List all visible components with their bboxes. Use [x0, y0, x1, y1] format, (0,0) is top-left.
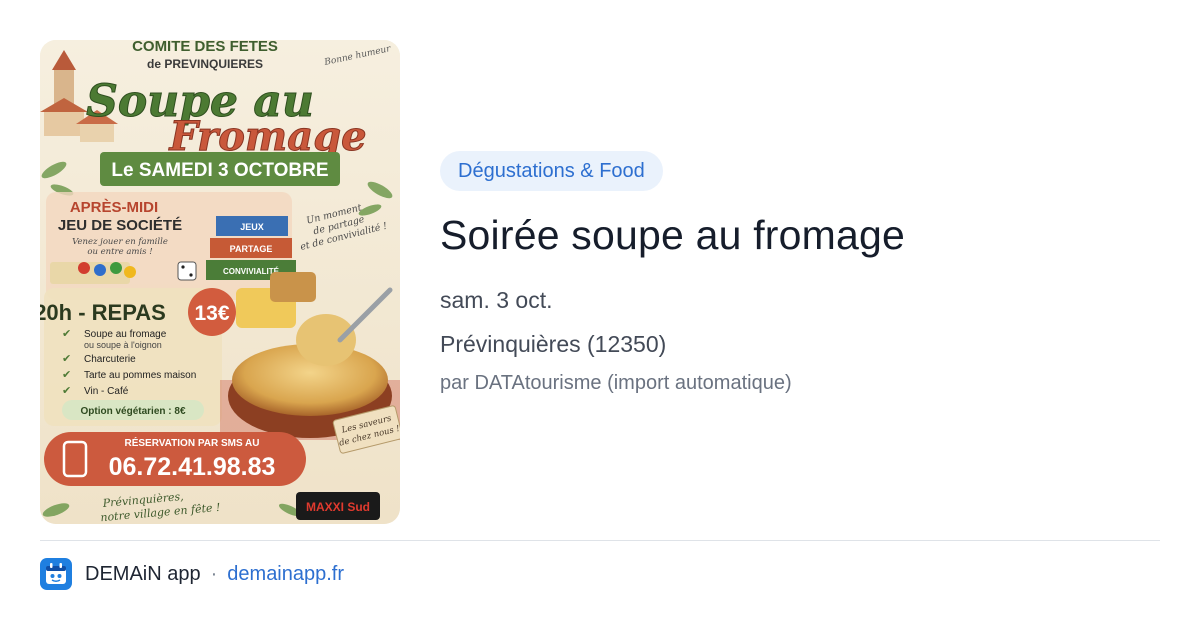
poster-organizer-line2: de PREVINQUIERES	[147, 57, 263, 71]
event-title[interactable]: Soirée soupe au fromage	[440, 209, 1160, 261]
poster-menu-item-4: Tarte au pommes maison	[84, 370, 196, 381]
poster-menu-item-3: Charcuterie	[84, 354, 136, 365]
footer-separator: ·	[210, 562, 218, 585]
poster-reservation-banner: RÉSERVATION PAR SMS AU 06.72.41.98.83	[44, 432, 306, 486]
poster-menu-item-5: Vin - Café	[84, 386, 129, 397]
poster-reservation-label: RÉSERVATION PAR SMS AU	[124, 436, 259, 449]
poster-phone-number: 06.72.41.98.83	[109, 453, 276, 481]
poster-menu-item-1: Soupe au fromage	[84, 329, 167, 340]
event-location: Prévinquières (12350)	[440, 331, 667, 357]
poster-price: 13€	[194, 302, 229, 325]
poster-afternoon-sub1: Venez jouer en famille	[72, 237, 168, 247]
check-icon: ✔	[62, 384, 71, 397]
poster-meal-panel: 20h - REPAS 13€ Soupe au fromage ou soup…	[40, 288, 236, 426]
event-poster-image: COMITÉ DES FÊTES de PREVINQUIERES Bonne …	[40, 40, 400, 524]
footer: DEMAiN app · demainapp.fr	[40, 558, 344, 590]
event-date: sam. 3 oct.	[440, 287, 553, 313]
poster-box-label-2: PARTAGE	[230, 244, 273, 254]
check-icon: ✔	[62, 352, 71, 365]
app-domain-link[interactable]: demainapp.fr	[227, 563, 344, 586]
poster-veg-option: Option végétarien : 8€	[80, 406, 185, 417]
check-icon: ✔	[62, 368, 71, 381]
event-source: par DATAtourisme (import automatique)	[440, 372, 792, 394]
poster-meal-title: 20h - REPAS	[40, 300, 166, 325]
poster-afternoon-panel: APRÈS-MIDI JEU DE SOCIÉTÉ Venez jouer en…	[46, 192, 296, 300]
poster-sponsor-text: MAXXI Sud	[306, 500, 370, 514]
poster-date-text: Le SAMEDI 3 OCTOBRE	[111, 160, 328, 181]
event-details: Dégustations & Food Soirée soupe au from…	[440, 151, 1160, 397]
poster-afternoon-sub2: ou entre amis !	[87, 247, 152, 257]
poster-afternoon-title2: JEU DE SOCIÉTÉ	[58, 217, 182, 234]
footer-divider	[40, 540, 1160, 541]
demain-app-icon	[40, 558, 72, 590]
poster-menu-item-2: ou soupe à l'oignon	[84, 340, 162, 350]
app-name: DEMAiN app	[85, 562, 201, 585]
poster-sponsor-logo: MAXXI Sud	[296, 492, 380, 520]
poster-date-banner: Le SAMEDI 3 OCTOBRE	[100, 152, 340, 186]
category-badge[interactable]: Dégustations & Food	[440, 151, 663, 191]
poster-afternoon-title1: APRÈS-MIDI	[70, 199, 158, 216]
poster-box-label-1: JEUX	[240, 222, 264, 232]
check-icon: ✔	[62, 327, 71, 340]
poster-organizer-line1: COMITÉ DES FÊTES	[132, 40, 278, 55]
